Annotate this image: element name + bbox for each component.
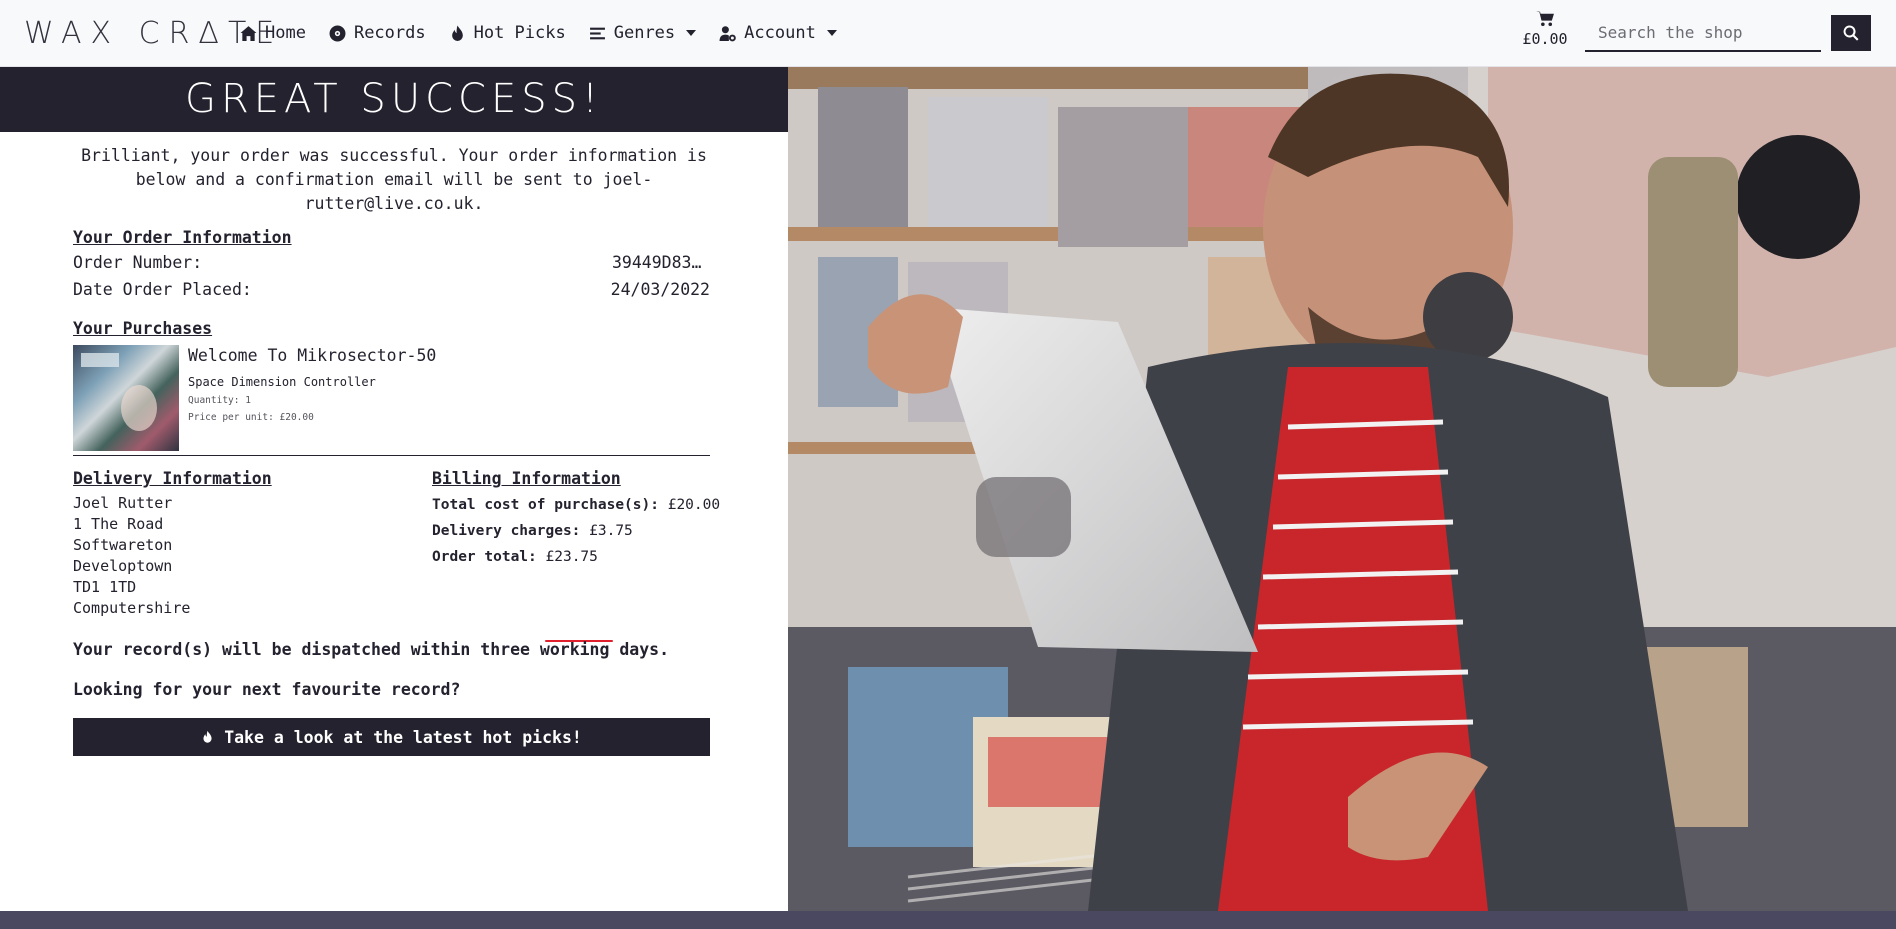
order-date-value: 24/03/2022 xyxy=(610,280,710,299)
billing-section: Billing Information Total cost of purcha… xyxy=(432,469,722,570)
total-cost-value: £20.00 xyxy=(667,497,721,513)
nav-records-label: Records xyxy=(353,23,426,43)
purchase-artist: Space Dimension Controller xyxy=(188,375,376,389)
album-cover-image[interactable] xyxy=(73,345,179,451)
chevron-down-icon xyxy=(686,30,697,36)
menu-lines-icon xyxy=(589,27,605,39)
order-total-value: £23.75 xyxy=(545,549,598,565)
page-title: GREAT SUCCESS! xyxy=(0,67,788,132)
main-nav: Home Records Hot Picks Genres Account xyxy=(240,23,860,43)
nav-account-label: Account xyxy=(744,23,816,43)
nav-genres-label: Genres xyxy=(613,23,676,43)
purchase-title[interactable]: Welcome To Mikrosector-50 xyxy=(188,346,436,365)
shopping-cart-icon xyxy=(1535,11,1554,27)
delivery-charges-value: £3.75 xyxy=(589,523,633,539)
fire-icon xyxy=(203,730,212,743)
order-information-section: Your Order Information Order Number: 394… xyxy=(73,228,710,303)
billing-title: Billing Information xyxy=(432,469,621,488)
order-date-label: Date Order Placed: xyxy=(73,280,252,299)
nav-records[interactable]: Records xyxy=(329,23,426,43)
delivery-charges-label: Delivery charges: xyxy=(432,523,581,539)
order-number-value: 39449D83B… xyxy=(612,253,710,272)
search-input[interactable] xyxy=(1585,14,1821,52)
cart-total: £0.00 xyxy=(1522,30,1568,48)
cart-button[interactable]: £0.00 xyxy=(1516,10,1574,48)
navbar: WAX CR∆TE Home Records Hot Picks Genres … xyxy=(0,0,1896,67)
nav-home-label: Home xyxy=(265,23,306,43)
site-logo[interactable]: WAX CR∆TE xyxy=(24,16,274,51)
nav-hot-picks[interactable]: Hot Picks xyxy=(449,23,566,43)
dispatch-note: Your record(s) will be dispatched within… xyxy=(73,640,670,659)
purchase-unit-price: Price per unit: £20.00 xyxy=(188,412,314,423)
purchases-title: Your Purchases xyxy=(73,319,213,338)
footer-bar xyxy=(0,911,1896,929)
record-icon xyxy=(329,25,346,41)
success-message: Brilliant, your order was successful. Yo… xyxy=(81,146,707,213)
user-gear-icon xyxy=(719,25,736,41)
order-info-title: Your Order Information xyxy=(73,228,292,247)
nav-genres-dropdown[interactable]: Genres xyxy=(589,23,697,43)
order-total-label: Order total: xyxy=(432,549,537,565)
chevron-down-icon xyxy=(826,30,837,36)
search-button[interactable] xyxy=(1831,15,1871,51)
search-icon xyxy=(1843,25,1859,41)
hero-image-record-shop xyxy=(788,67,1896,911)
cta-label: Take a look at the latest hot picks! xyxy=(224,727,582,747)
home-icon xyxy=(240,25,257,41)
total-cost-label: Total cost of purchase(s): xyxy=(432,497,659,513)
hot-picks-cta-button[interactable]: Take a look at the latest hot picks! xyxy=(73,718,710,756)
nav-home[interactable]: Home xyxy=(240,23,306,43)
delivery-county: Computershire xyxy=(73,599,191,617)
purchase-item: Welcome To Mikrosector-50 Space Dimensio… xyxy=(73,345,710,451)
delivery-title: Delivery Information xyxy=(73,469,272,488)
purchase-quantity: Quantity: 1 xyxy=(188,395,251,406)
hero-illustration xyxy=(788,67,1896,911)
delivery-line1: 1 The Road xyxy=(73,515,164,533)
divider xyxy=(73,455,710,456)
nav-account-dropdown[interactable]: Account xyxy=(719,23,837,43)
order-success-panel: GREAT SUCCESS! Brilliant, your order was… xyxy=(0,67,788,911)
delivery-section: Delivery Information Joel Rutter 1 The R… xyxy=(73,469,373,619)
order-number-label: Order Number: xyxy=(73,253,203,272)
delivery-line3: Developtown xyxy=(73,557,173,575)
delivery-line2: Softwareton xyxy=(73,536,173,554)
fire-icon xyxy=(451,25,463,41)
next-record-prompt: Looking for your next favourite record? xyxy=(73,680,461,699)
purchases-section: Your Purchases Welcome To Mikrosector-50… xyxy=(73,319,710,451)
delivery-postcode: TD1 1TD xyxy=(73,578,137,596)
nav-hot-picks-label: Hot Picks xyxy=(473,23,566,43)
delivery-name: Joel Rutter xyxy=(73,494,173,512)
